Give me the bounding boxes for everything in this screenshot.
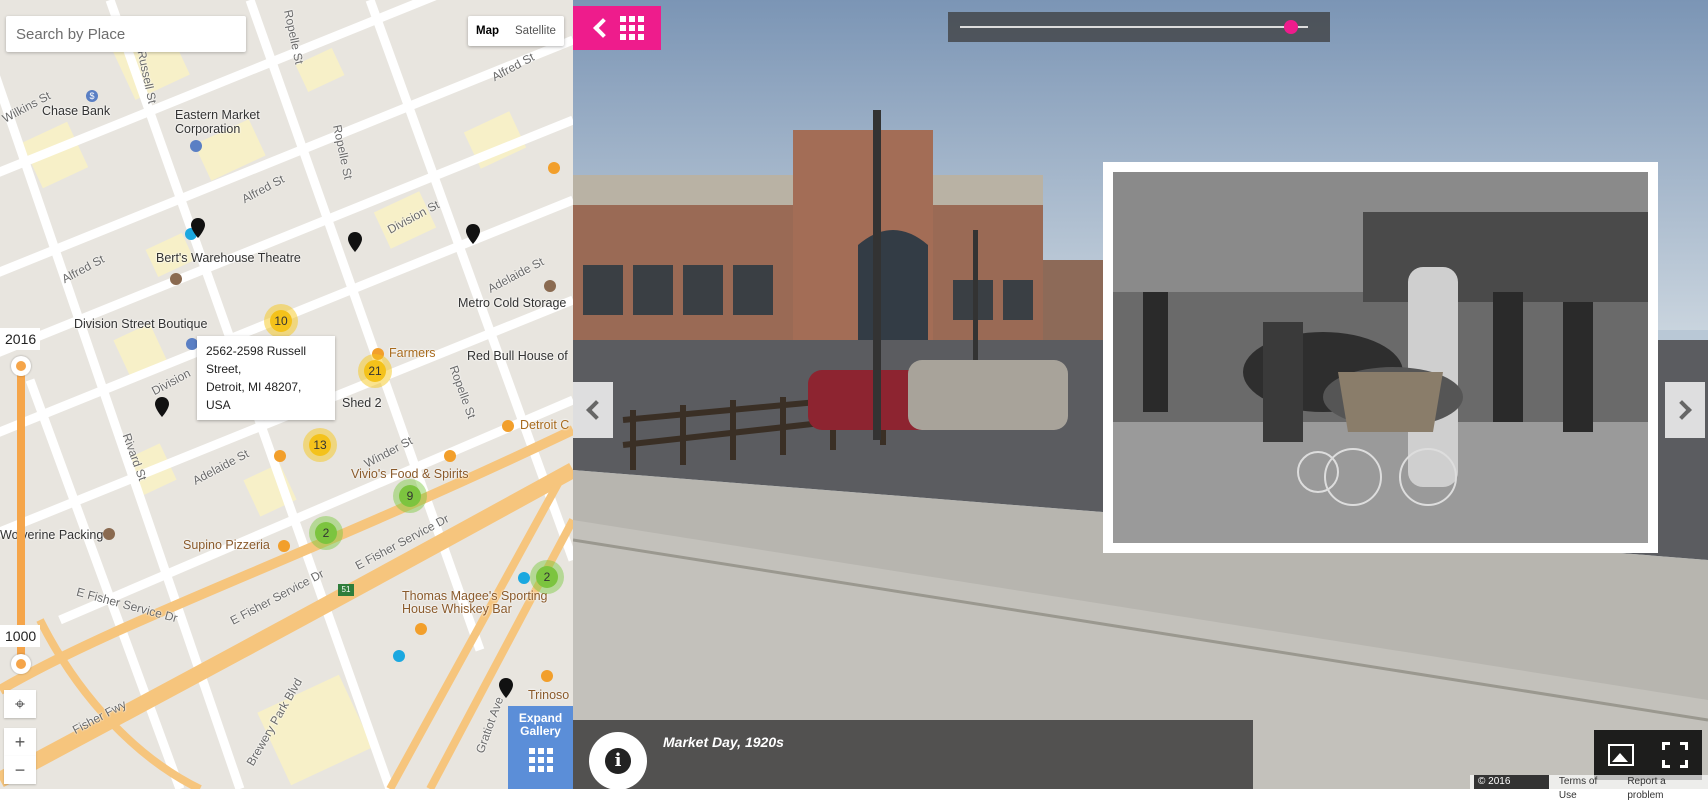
shopping-icon bbox=[190, 140, 202, 152]
photo-pin[interactable] bbox=[348, 232, 362, 252]
bar-icon bbox=[415, 623, 427, 635]
back-arrow-icon bbox=[593, 18, 613, 38]
place-label: Supino Pizzeria bbox=[183, 538, 270, 552]
theatre-icon bbox=[170, 273, 182, 285]
image-toggle-icon[interactable] bbox=[1608, 744, 1634, 766]
info-icon: i bbox=[605, 748, 631, 774]
overlay-opacity-slider[interactable] bbox=[948, 12, 1330, 42]
year-slider-bottom-handle[interactable] bbox=[11, 654, 31, 674]
historic-photo bbox=[1113, 172, 1648, 543]
photo-caption: Market Day, 1920s bbox=[663, 734, 784, 750]
place-label: Division Street Boutique bbox=[74, 317, 208, 331]
photo-cluster[interactable]: 2 bbox=[309, 516, 343, 550]
map-panel[interactable]: Russell St Ropelle St Ropelle St Ropelle… bbox=[0, 0, 573, 789]
transit-icon bbox=[393, 650, 405, 662]
photo-cluster[interactable]: 21 bbox=[358, 354, 392, 388]
cafe-icon bbox=[541, 670, 553, 682]
photo-pin[interactable] bbox=[466, 224, 480, 244]
place-label: Metro Cold Storage bbox=[458, 296, 567, 310]
grid-icon bbox=[528, 748, 553, 772]
photo-cluster[interactable]: 2 bbox=[530, 560, 564, 594]
place-label: Red Bull House of bbox=[467, 349, 568, 363]
expand-gallery-label: Gallery bbox=[520, 724, 561, 738]
place-label: Wolverine Packing bbox=[0, 528, 104, 542]
store-icon bbox=[103, 528, 115, 540]
locate-button[interactable]: ⌖ bbox=[4, 690, 36, 718]
year-max-input[interactable]: 2016 bbox=[0, 328, 40, 350]
previous-photo-button[interactable] bbox=[573, 382, 613, 438]
photo-pin[interactable] bbox=[155, 397, 169, 417]
fullscreen-icon[interactable] bbox=[1662, 742, 1688, 768]
chevron-right-icon bbox=[1672, 400, 1692, 420]
place-label: Farmers bbox=[389, 346, 436, 360]
year-min-input[interactable]: 1000 bbox=[0, 625, 40, 647]
place-label: Detroit C bbox=[520, 418, 570, 432]
copyright-text: © 2016 Google bbox=[1474, 775, 1549, 801]
place-label: Thomas Magee's Sporting House Whiskey Ba… bbox=[402, 589, 548, 616]
map-type-satellite-button[interactable]: Satellite bbox=[507, 16, 564, 46]
back-to-gallery-button[interactable] bbox=[573, 6, 661, 50]
map-type-control[interactable]: Map Satellite bbox=[468, 16, 564, 46]
bank-icon: $ bbox=[86, 90, 98, 102]
year-slider-track[interactable] bbox=[17, 366, 25, 664]
opacity-slider-track[interactable] bbox=[960, 26, 1308, 28]
info-button[interactable]: i bbox=[589, 732, 647, 790]
place-label: Eastern Market Corporation bbox=[175, 108, 260, 136]
store-icon bbox=[544, 280, 556, 292]
crosshair-icon: ⌖ bbox=[14, 694, 26, 714]
restaurant-icon bbox=[548, 162, 560, 174]
restaurant-icon bbox=[278, 540, 290, 552]
report-problem-link[interactable]: Report a problem bbox=[1627, 775, 1704, 801]
minus-icon: − bbox=[14, 760, 26, 780]
terms-link[interactable]: Terms of Use bbox=[1559, 775, 1617, 801]
photo-caption-bar: i Market Day, 1920s bbox=[573, 720, 1253, 790]
search-input[interactable] bbox=[6, 16, 246, 52]
place-label: Trinoso bbox=[528, 688, 570, 702]
highway-shield: 51 bbox=[338, 584, 354, 596]
restaurant-icon bbox=[444, 450, 456, 462]
map-credits: © 2016 Google Terms of Use Report a prob… bbox=[1470, 775, 1708, 801]
map-type-map-button[interactable]: Map bbox=[468, 16, 507, 46]
place-label: Chase Bank bbox=[42, 104, 111, 118]
photo-pin[interactable] bbox=[191, 218, 205, 238]
photo-cluster[interactable]: 9 bbox=[393, 479, 427, 513]
zoom-out-button[interactable]: − bbox=[4, 756, 36, 784]
cafe-icon bbox=[274, 450, 286, 462]
chevron-left-icon bbox=[586, 400, 606, 420]
address-tooltip: 2562-2598 Russell Street, Detroit, MI 48… bbox=[197, 336, 335, 420]
address-line: Detroit, MI 48207, USA bbox=[206, 380, 302, 412]
next-photo-button[interactable] bbox=[1665, 382, 1705, 438]
opacity-slider-handle[interactable] bbox=[1283, 20, 1298, 34]
plus-icon: + bbox=[14, 732, 26, 752]
view-controls bbox=[1594, 730, 1702, 780]
year-slider-top-handle[interactable] bbox=[11, 356, 31, 376]
photo-cluster[interactable]: 13 bbox=[303, 428, 337, 462]
address-line: 2562-2598 Russell Street, bbox=[206, 344, 307, 376]
photo-cluster[interactable]: 10 bbox=[264, 304, 298, 338]
photo-pin[interactable] bbox=[499, 678, 513, 698]
grid-icon bbox=[620, 16, 644, 40]
place-label: Bert's Warehouse Theatre bbox=[156, 251, 301, 265]
transit-icon bbox=[518, 572, 530, 584]
expand-gallery-button[interactable]: Expand Gallery bbox=[508, 706, 573, 789]
zoom-in-button[interactable]: + bbox=[4, 728, 36, 756]
bar-icon bbox=[502, 420, 514, 432]
place-label: Shed 2 bbox=[342, 396, 382, 410]
historic-photo-overlay[interactable] bbox=[1103, 162, 1658, 553]
